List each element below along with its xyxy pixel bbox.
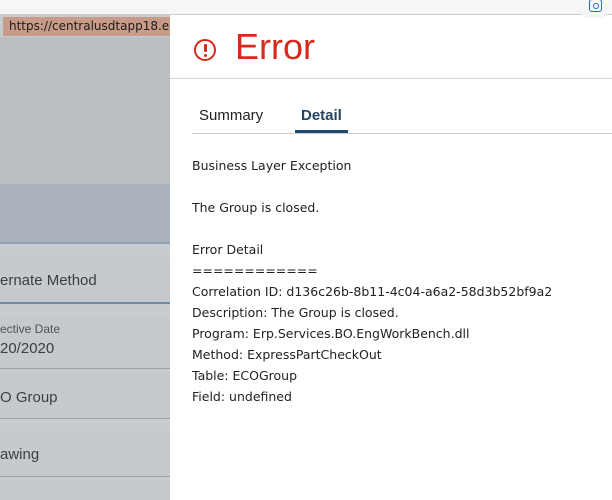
correlation-id: Correlation ID: d136c26b-8b11-4c04-a6a2-… xyxy=(192,284,553,299)
separator-line: ============ xyxy=(192,263,318,278)
browser-top-strip xyxy=(0,0,612,14)
dialog-header: Error xyxy=(170,15,612,79)
exception-type: Business Layer Exception xyxy=(192,158,352,173)
tab-summary[interactable]: Summary xyxy=(199,107,263,124)
field-value: O Group xyxy=(0,389,58,406)
background-bottom-field xyxy=(0,480,170,500)
field-label: ective Date xyxy=(0,322,61,336)
dialog-tabs: Summary Detail xyxy=(192,103,612,134)
alternate-method-field[interactable]: ernate Method xyxy=(0,257,170,304)
description: Description: The Group is closed. xyxy=(192,305,399,320)
url-chip[interactable]: https://centralusdtapp18.ep xyxy=(3,17,183,36)
background-band xyxy=(0,184,170,244)
field-value: 20/2020 xyxy=(0,340,55,357)
field-value: awing xyxy=(0,446,40,463)
screenshot-tool-icon[interactable] xyxy=(580,0,608,18)
field-value: ernate Method xyxy=(0,272,97,289)
error-message: The Group is closed. xyxy=(192,200,320,215)
error-circle-icon xyxy=(194,39,216,61)
lens-shape xyxy=(593,3,599,9)
field: Field: undefined xyxy=(192,389,292,404)
effective-date-field[interactable]: ective Date 20/2020 xyxy=(0,315,170,369)
error-dialog: Error Summary Detail Business Layer Exce… xyxy=(170,15,612,500)
program: Program: Erp.Services.BO.EngWorkBench.dl… xyxy=(192,326,470,341)
method: Method: ExpressPartCheckOut xyxy=(192,347,382,362)
error-detail-heading: Error Detail xyxy=(192,242,264,257)
eco-group-field[interactable]: O Group xyxy=(0,373,170,419)
drawing-field[interactable]: awing xyxy=(0,431,170,477)
dialog-title: Error xyxy=(235,26,315,67)
tab-detail[interactable]: Detail xyxy=(295,107,348,133)
table: Table: ECOGroup xyxy=(192,368,298,383)
background-panel xyxy=(0,37,170,184)
